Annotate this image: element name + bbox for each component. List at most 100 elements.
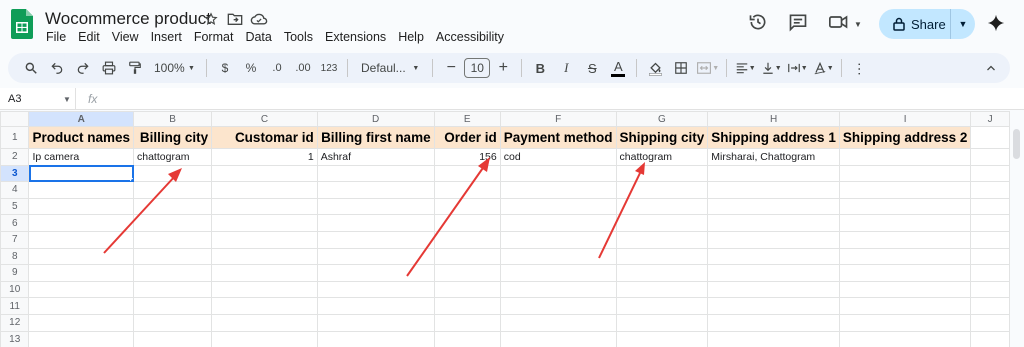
decrease-decimal-button[interactable]: .0: [266, 57, 288, 79]
cell[interactable]: [433, 230, 501, 249]
horizontal-align-icon[interactable]: ▼: [734, 57, 756, 79]
text-color-button[interactable]: A: [607, 57, 629, 79]
cell[interactable]: [211, 181, 318, 199]
cell[interactable]: [615, 313, 709, 332]
cell-g2[interactable]: chattogram: [615, 148, 709, 166]
move-folder-icon[interactable]: [226, 10, 244, 28]
cell-c2[interactable]: 1: [211, 148, 318, 166]
star-icon[interactable]: [202, 10, 220, 28]
cell[interactable]: [433, 313, 501, 332]
row-header-13[interactable]: 13: [0, 330, 30, 347]
cell[interactable]: [970, 197, 1010, 216]
increase-decimal-button[interactable]: .00: [292, 57, 314, 79]
column-header-i[interactable]: I: [838, 111, 972, 127]
cell[interactable]: [499, 297, 617, 315]
cell-d1[interactable]: Billing first name: [316, 126, 435, 149]
row-header-3[interactable]: 3: [0, 164, 30, 183]
menu-accessibility[interactable]: Accessibility: [436, 30, 504, 44]
cell[interactable]: [499, 214, 617, 232]
cell[interactable]: [707, 197, 840, 216]
sheets-logo-icon[interactable]: [11, 9, 33, 39]
cell-g1[interactable]: Shipping city: [615, 126, 709, 149]
cell[interactable]: [132, 330, 213, 347]
cell-a3-active[interactable]: [28, 164, 134, 183]
collapse-toolbar-icon[interactable]: [980, 57, 1002, 79]
cell[interactable]: [615, 230, 709, 249]
cell-j1[interactable]: [970, 126, 1010, 149]
cell[interactable]: [838, 181, 972, 199]
cell[interactable]: [433, 330, 501, 347]
cell[interactable]: [433, 181, 501, 199]
cell[interactable]: [316, 197, 435, 216]
column-header-h[interactable]: H: [707, 111, 840, 127]
cell[interactable]: [132, 181, 213, 199]
cell-e1[interactable]: Order id: [433, 126, 501, 149]
menu-tools[interactable]: Tools: [284, 30, 313, 44]
cell[interactable]: [499, 197, 617, 216]
column-header-a[interactable]: A: [28, 111, 134, 127]
row-header-1[interactable]: 1: [0, 126, 30, 149]
text-wrapping-icon[interactable]: ▼: [786, 57, 808, 79]
cell[interactable]: [970, 330, 1010, 347]
cell[interactable]: [970, 214, 1010, 232]
menu-extensions[interactable]: Extensions: [325, 30, 386, 44]
cell[interactable]: [316, 313, 435, 332]
cell[interactable]: [970, 280, 1010, 299]
redo-icon[interactable]: [72, 57, 94, 79]
cell[interactable]: [28, 197, 134, 216]
cell[interactable]: [615, 181, 709, 199]
decrease-font-size-button[interactable]: −: [440, 57, 462, 79]
cell[interactable]: [132, 313, 213, 332]
cell[interactable]: [707, 313, 840, 332]
share-dropdown-icon[interactable]: ▼: [951, 19, 975, 29]
select-all-corner[interactable]: [0, 111, 30, 127]
cell[interactable]: [28, 280, 134, 299]
column-header-g[interactable]: G: [615, 111, 709, 127]
cell-h2[interactable]: Mirsharai, Chattogram: [707, 148, 840, 166]
vertical-scrollbar[interactable]: [1010, 111, 1024, 347]
cell[interactable]: [838, 247, 972, 266]
more-options-icon[interactable]: ⋯: [849, 57, 871, 79]
cell[interactable]: [316, 230, 435, 249]
cell[interactable]: [615, 247, 709, 266]
undo-icon[interactable]: [46, 57, 68, 79]
cell[interactable]: [499, 330, 617, 347]
borders-icon[interactable]: [670, 57, 692, 79]
comments-icon[interactable]: [788, 12, 808, 37]
cell-f1[interactable]: Payment method: [499, 126, 617, 149]
cell[interactable]: [211, 197, 318, 216]
cell[interactable]: [838, 330, 972, 347]
text-rotation-icon[interactable]: ▼: [812, 57, 834, 79]
row-header-6[interactable]: 6: [0, 214, 30, 232]
cell[interactable]: [615, 164, 709, 183]
scrollbar-thumb[interactable]: [1013, 129, 1020, 159]
cell[interactable]: [316, 214, 435, 232]
cell[interactable]: [433, 264, 501, 282]
column-header-e[interactable]: E: [433, 111, 501, 127]
cell[interactable]: [28, 230, 134, 249]
cell[interactable]: [316, 330, 435, 347]
cell[interactable]: [433, 247, 501, 266]
cell[interactable]: [28, 264, 134, 282]
cell[interactable]: [28, 214, 134, 232]
cell[interactable]: [838, 164, 972, 183]
cell[interactable]: [499, 181, 617, 199]
cell[interactable]: [970, 313, 1010, 332]
cell[interactable]: [838, 297, 972, 315]
column-header-c[interactable]: C: [211, 111, 318, 127]
cell[interactable]: [132, 264, 213, 282]
cell[interactable]: [615, 297, 709, 315]
cell[interactable]: [132, 164, 213, 183]
cell[interactable]: [132, 280, 213, 299]
cell[interactable]: [707, 280, 840, 299]
cell[interactable]: [316, 264, 435, 282]
fill-color-icon[interactable]: [644, 57, 666, 79]
cell[interactable]: [707, 181, 840, 199]
cell-d2[interactable]: Ashraf: [316, 148, 435, 166]
share-button[interactable]: Share ▼: [879, 9, 975, 39]
row-header-8[interactable]: 8: [0, 247, 30, 266]
cell[interactable]: [132, 230, 213, 249]
menu-insert[interactable]: Insert: [151, 30, 182, 44]
cell-f2[interactable]: cod: [499, 148, 617, 166]
menu-edit[interactable]: Edit: [78, 30, 100, 44]
